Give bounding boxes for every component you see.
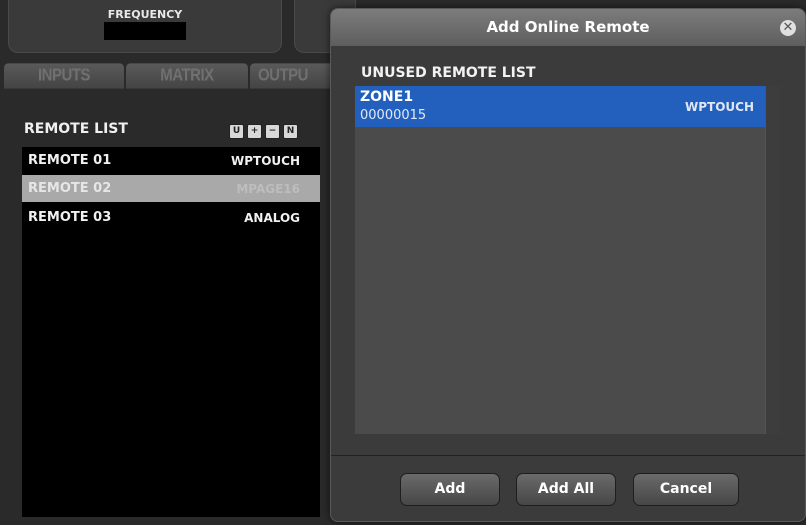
remote-type: ANALOG [244, 211, 300, 225]
add-button[interactable]: Add [400, 473, 500, 506]
dialog-title: Add Online Remote [486, 18, 650, 36]
unused-remote-row[interactable]: ZONE1 00000015 WPTOUCH [355, 86, 765, 127]
frequency-display[interactable] [104, 22, 186, 40]
remote-name: REMOTE 03 [28, 210, 112, 225]
footer-divider [331, 455, 805, 456]
remove-remote-button[interactable]: − [265, 124, 280, 139]
dialog-titlebar[interactable]: Add Online Remote ✕ [331, 9, 805, 46]
tab-inputs[interactable]: INPUTS [4, 63, 124, 89]
remote-type: MPAGE16 [236, 182, 300, 196]
remote-list[interactable]: REMOTE 01 WPTOUCH REMOTE 02 MPAGE16 REMO… [22, 147, 320, 517]
cancel-button[interactable]: Cancel [633, 473, 739, 506]
zone-type: WPTOUCH [685, 100, 755, 114]
zone-name: ZONE1 [360, 89, 414, 105]
u-button[interactable]: U [229, 124, 244, 139]
frequency-panel: FREQUENCY [8, 0, 282, 53]
frequency-label: FREQUENCY [107, 8, 183, 21]
remote-list-row[interactable]: REMOTE 03 ANALOG [22, 204, 320, 231]
remote-type: WPTOUCH [230, 154, 300, 168]
unused-remote-list[interactable]: ZONE1 00000015 WPTOUCH [355, 86, 780, 434]
n-button[interactable]: N [283, 124, 298, 139]
add-remote-button[interactable]: + [247, 124, 262, 139]
add-all-button[interactable]: Add All [516, 473, 616, 506]
remote-name: REMOTE 02 [28, 181, 112, 196]
add-online-remote-dialog: Add Online Remote ✕ UNUSED REMOTE LIST Z… [330, 8, 806, 522]
unused-remote-list-title: UNUSED REMOTE LIST [361, 65, 536, 81]
zone-id: 00000015 [360, 108, 427, 123]
remote-list-row[interactable]: REMOTE 02 MPAGE16 [22, 175, 320, 202]
remote-list-row[interactable]: REMOTE 01 WPTOUCH [22, 147, 320, 174]
close-icon[interactable]: ✕ [780, 20, 796, 36]
tab-matrix[interactable]: MATRIX [126, 63, 248, 89]
remote-name: REMOTE 01 [28, 153, 112, 168]
list-scrollbar[interactable] [765, 86, 780, 434]
remote-list-title: REMOTE LIST [24, 121, 128, 137]
